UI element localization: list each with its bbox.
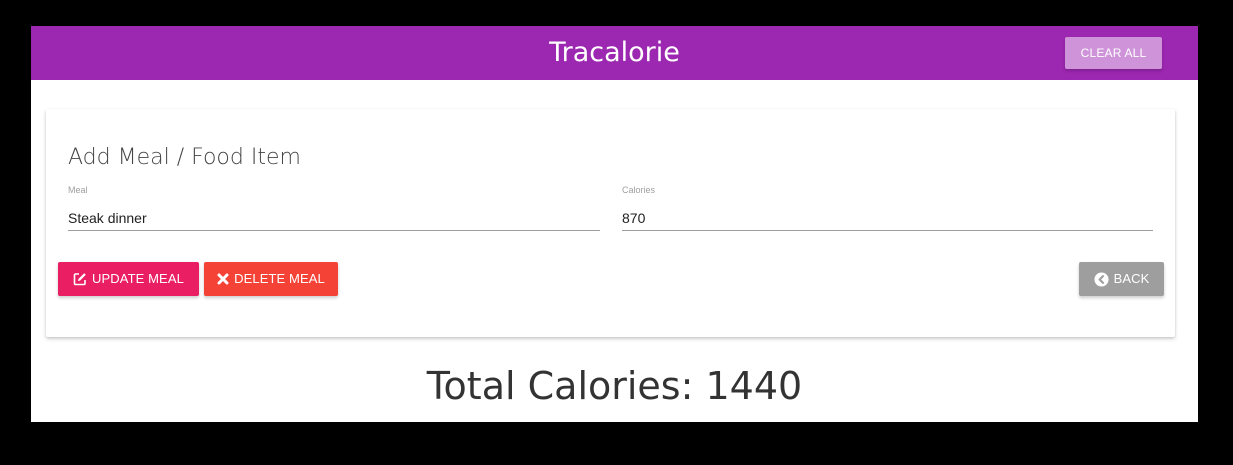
delete-meal-button[interactable]: DELETE MEAL <box>204 262 338 296</box>
pencil-square-icon <box>73 272 87 286</box>
meal-form-card: Add Meal / Food Item Meal Calories UPDAT… <box>46 109 1175 337</box>
total-calories: Total Calories: 1440 <box>426 364 803 408</box>
back-button[interactable]: BACK <box>1079 262 1164 296</box>
meal-label: Meal <box>68 185 88 195</box>
update-meal-label: UPDATE MEAL <box>92 271 184 286</box>
update-meal-button[interactable]: UPDATE MEAL <box>58 262 199 296</box>
meal-input[interactable] <box>68 205 600 231</box>
delete-meal-label: DELETE MEAL <box>234 271 325 286</box>
app-window: Tracalorie CLEAR ALL Add Meal / Food Ite… <box>31 26 1198 422</box>
back-label: BACK <box>1113 271 1150 286</box>
brand-logo[interactable]: Tracalorie <box>31 26 1198 80</box>
card-title: Add Meal / Food Item <box>68 145 301 170</box>
clear-all-button[interactable]: CLEAR ALL <box>1065 37 1162 69</box>
calories-label: Calories <box>622 185 656 195</box>
calories-field: Calories <box>622 185 1153 241</box>
chevron-circle-left-icon <box>1094 271 1109 287</box>
close-icon <box>217 273 229 285</box>
navbar: Tracalorie CLEAR ALL <box>31 26 1198 80</box>
calories-input[interactable] <box>622 205 1153 231</box>
meal-field: Meal <box>68 185 600 241</box>
